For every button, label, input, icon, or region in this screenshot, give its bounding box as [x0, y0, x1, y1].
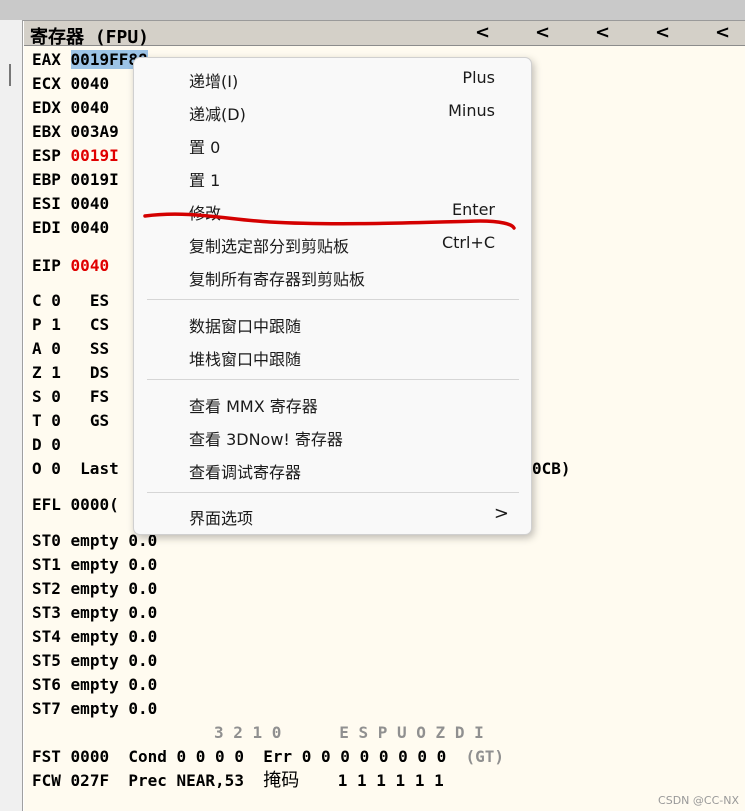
red-underline-annotation: [143, 212, 516, 230]
watermark: CSDN @CC-NX: [658, 794, 739, 807]
